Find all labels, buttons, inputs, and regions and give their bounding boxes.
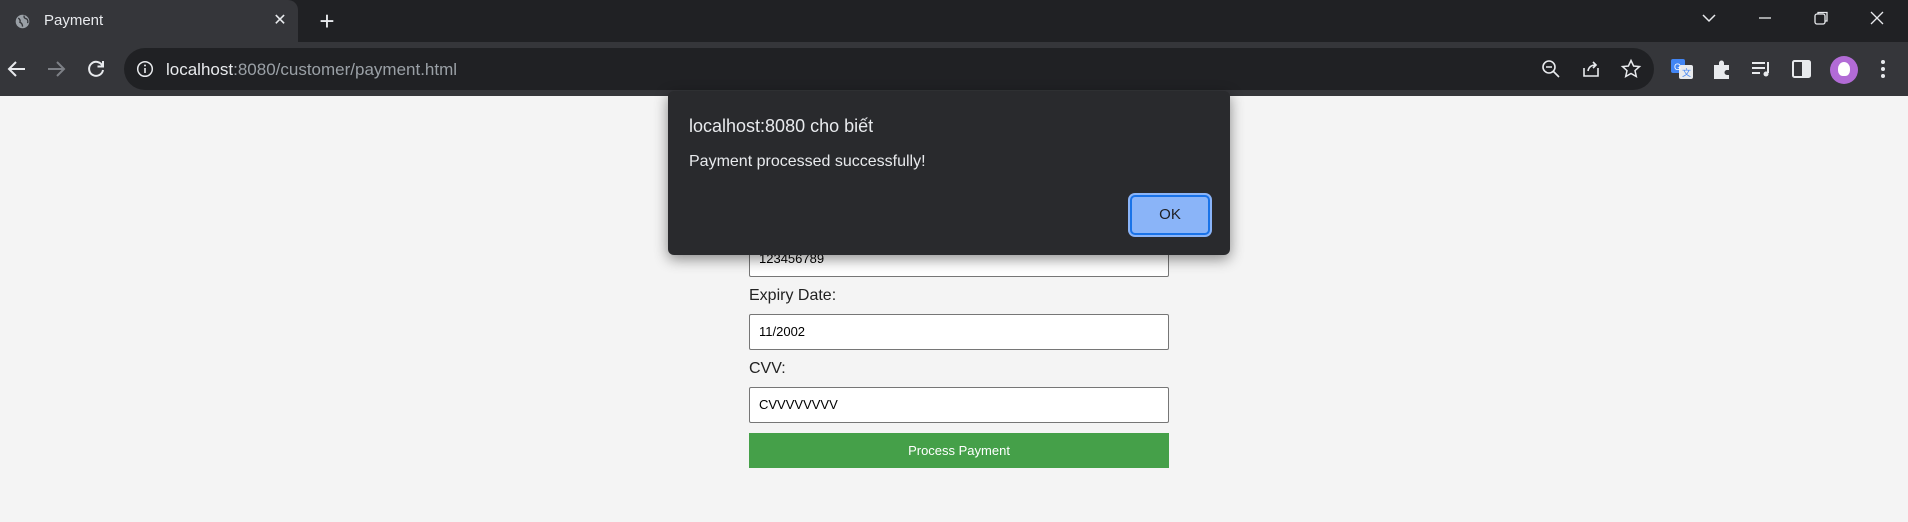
chevron-down-icon — [1702, 14, 1716, 23]
alert-dialog: localhost:8080 cho biết Payment processe… — [668, 91, 1230, 255]
zoom-out-icon[interactable] — [1540, 58, 1562, 80]
share-icon[interactable] — [1580, 58, 1602, 80]
arrow-right-icon — [48, 61, 66, 77]
profile-avatar[interactable] — [1830, 56, 1858, 84]
svg-text:文: 文 — [1682, 67, 1691, 78]
svg-text:G: G — [1674, 62, 1681, 72]
close-tab-icon[interactable]: ✕ — [270, 11, 290, 31]
forward-button[interactable] — [40, 53, 72, 85]
address-bar[interactable]: localhost:8080/customer/payment.html — [124, 48, 1654, 90]
cvv-input[interactable]: CVVVVVVVV — [749, 387, 1169, 423]
restore-button[interactable] — [1796, 0, 1846, 36]
info-icon[interactable] — [136, 60, 154, 78]
extensions-puzzle-icon[interactable] — [1709, 56, 1735, 82]
expiry-date-input[interactable]: 11/2002 — [749, 314, 1169, 350]
globe-icon — [15, 14, 30, 29]
arrow-left-icon — [7, 61, 25, 77]
close-icon — [1870, 11, 1884, 25]
star-icon[interactable] — [1620, 58, 1642, 80]
minimize-icon — [1759, 17, 1771, 19]
minimize-button[interactable] — [1740, 0, 1790, 36]
more-menu-icon[interactable] — [1870, 56, 1896, 82]
browser-tab[interactable]: Payment ✕ — [0, 0, 298, 42]
cvv-label: CVV: — [749, 360, 786, 377]
ok-button[interactable]: OK — [1130, 195, 1210, 235]
restore-icon — [1814, 11, 1828, 25]
dialog-message: Payment processed successfully! — [689, 153, 926, 170]
tab-search-button[interactable] — [1684, 0, 1734, 36]
reload-button[interactable] — [80, 53, 112, 85]
dialog-title: localhost:8080 cho biết — [689, 116, 874, 136]
expiry-date-label: Expiry Date: — [749, 287, 837, 304]
new-tab-button[interactable]: + — [314, 8, 340, 34]
media-queue-icon[interactable] — [1749, 56, 1775, 82]
url-text[interactable]: localhost:8080/customer/payment.html — [166, 60, 457, 80]
tab-title: Payment — [44, 12, 104, 29]
translate-icon[interactable]: G文 — [1669, 56, 1695, 82]
back-button[interactable] — [1, 53, 33, 85]
process-payment-button[interactable]: Process Payment — [749, 433, 1169, 468]
browser-toolbar: localhost:8080/customer/payment.html G文 — [0, 42, 1908, 96]
side-panel-icon[interactable] — [1789, 56, 1815, 82]
tab-strip: Payment ✕ + — [0, 0, 1908, 42]
url-path: :8080/customer/payment.html — [233, 60, 458, 79]
url-host: localhost — [166, 60, 234, 79]
close-window-button[interactable] — [1852, 0, 1902, 36]
reload-icon — [88, 60, 104, 77]
